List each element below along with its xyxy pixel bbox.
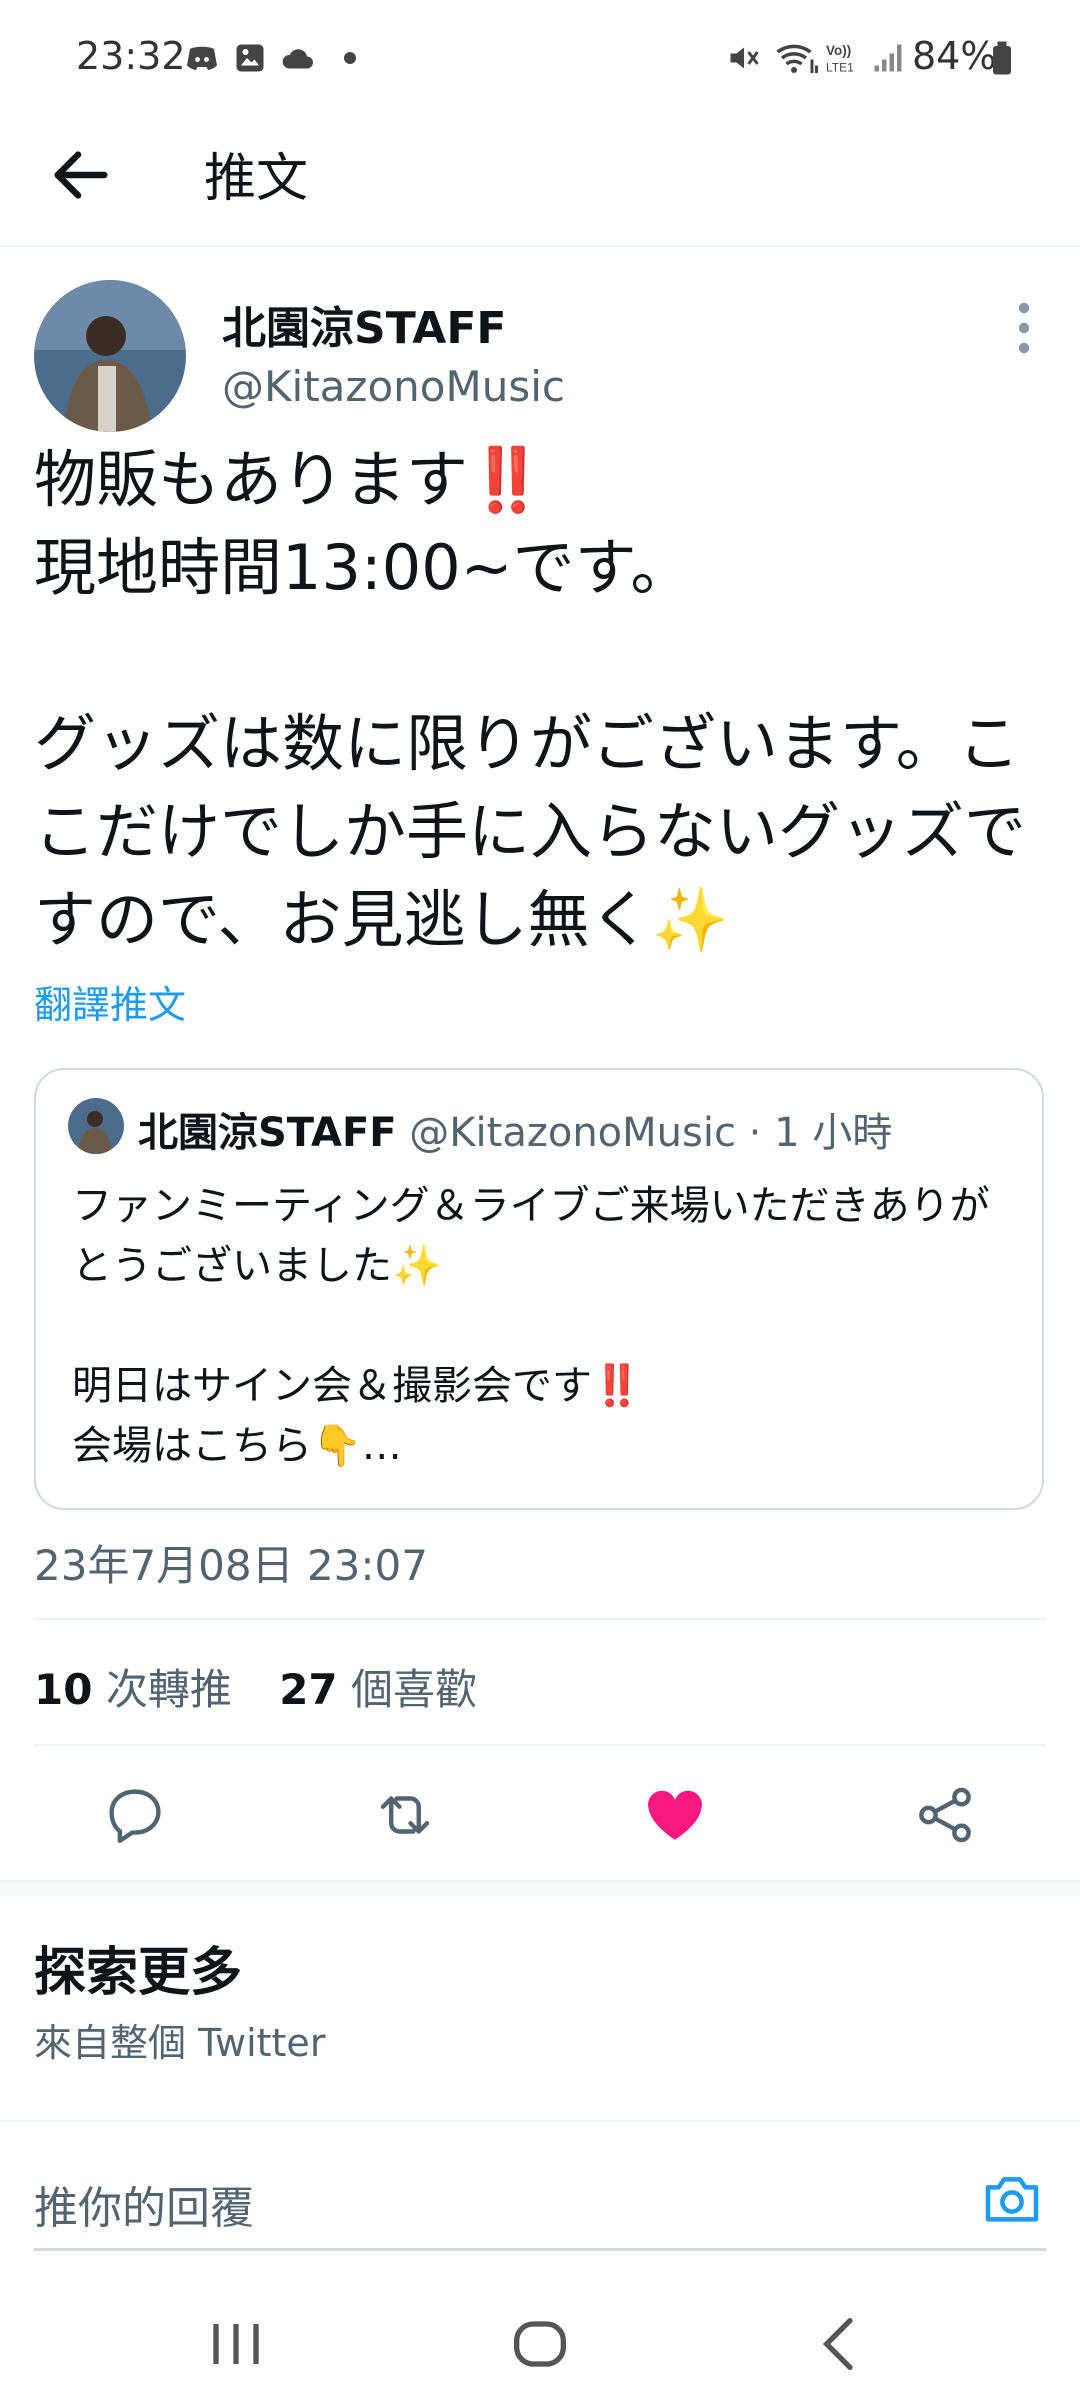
recent-apps-icon[interactable] [196,2304,276,2384]
battery-percent: 84% [912,34,997,78]
reply-icon[interactable] [102,1782,168,1848]
quoted-tweet-meta: @KitazonoMusic · 1 小時 [396,1110,893,1156]
top-header: 推文 [0,110,1080,247]
quoted-avatar-photo [68,1098,124,1154]
page-title: 推文 [204,149,309,209]
discord-icon [187,46,217,70]
explore-more-subtitle: 來自整個 Twitter [34,2021,326,2065]
camera-icon[interactable] [980,2166,1044,2230]
tweet-timestamp: 23年7月08日 23:07 [34,1541,428,1590]
retweet-icon[interactable] [372,1782,438,1848]
author-name[interactable]: 北園涼STAFF [222,292,506,356]
tweet-text: 物販もあります‼️ 現地時間13:00~です。 グッズは数に限りがございます。こ… [34,443,1027,956]
divider [34,1618,1046,1620]
quoted-avatar [68,1098,124,1154]
quoted-tweet-card[interactable]: 北園涼STAFF @KitazonoMusic · 1 小時 ファンミーティング… [34,1068,1044,1510]
tweet-stats: 10 次轉推 27 個喜歡 [34,1656,511,1717]
back-nav-icon[interactable] [800,2304,880,2384]
svg-text:Vo)): Vo)) [826,43,851,58]
retweet-label[interactable]: 次轉推 [106,1665,232,1714]
home-icon[interactable] [500,2304,580,2384]
retweet-count[interactable]: 10 [34,1665,92,1714]
quoted-author-name: 北園涼STAFF [138,1110,397,1156]
avatar[interactable] [34,280,186,432]
author-handle[interactable]: @KitazonoMusic [222,362,565,411]
quoted-tweet-header: 北園涼STAFF @KitazonoMusic · 1 小時 [138,1100,892,1158]
gallery-icon [236,44,264,72]
more-options-icon[interactable] [1004,298,1044,358]
share-icon[interactable] [912,1782,978,1848]
mute-icon [730,47,759,69]
battery-icon [993,41,1011,75]
avatar-photo [34,280,186,432]
like-label[interactable]: 個喜歡 [351,1665,477,1714]
reply-input-underline [34,2248,1046,2251]
status-time: 23:32 [76,34,186,78]
svg-text:LTE1: LTE1 [826,61,854,75]
like-count[interactable]: 27 [279,1665,337,1714]
system-nav-bar [0,2280,1080,2400]
wifi-icon [776,44,818,73]
divider [34,1744,1046,1746]
explore-more-title: 探索更多 [34,1943,243,2003]
dot-icon [344,52,356,64]
like-heart-icon[interactable] [642,1782,708,1848]
volte-icon: Vo)) LTE1 [826,43,854,75]
signal-icon [874,44,902,72]
quoted-tweet-text: ファンミーティング＆ライブご来場いただきありがとうございました✨ 明日はサイン会… [72,1183,990,1469]
status-bar: 23:32 Vo)) LTE1 84% [0,0,1080,110]
cloud-icon [282,49,313,69]
reply-input[interactable]: 推你的回覆 [34,2172,254,2236]
section-separator [0,1880,1080,1896]
reply-bar: 推你的回覆 [0,2120,1080,2252]
back-arrow-icon[interactable] [46,140,116,210]
translate-tweet-link[interactable]: 翻譯推文 [34,974,186,1029]
